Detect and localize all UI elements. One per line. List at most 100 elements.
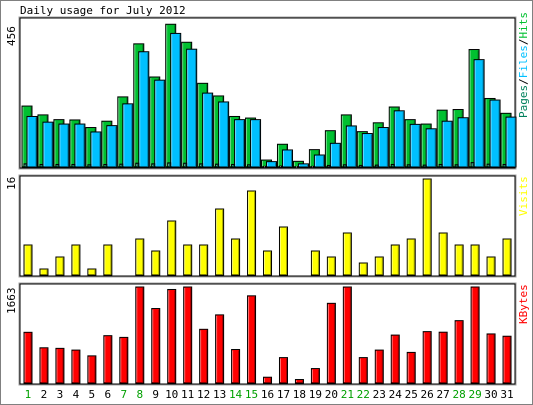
bar-kbytes-day-22 xyxy=(358,357,368,384)
x-tick-label-day-24: 24 xyxy=(389,388,403,401)
x-tick-label-day-28: 28 xyxy=(452,388,465,401)
bar-kbytes-day-18 xyxy=(294,379,304,384)
bar-files-day-1 xyxy=(26,115,38,168)
bar-visits-day-6 xyxy=(103,244,113,276)
x-tick-label-day-25: 25 xyxy=(405,388,418,401)
bar-files-day-24 xyxy=(393,110,405,168)
bar-pages-day-23 xyxy=(374,164,379,168)
bar-files-day-12 xyxy=(202,92,214,168)
bar-files-day-7 xyxy=(122,103,134,168)
chart-canvas: Daily usage for July 2012456Pages/Files/… xyxy=(0,0,533,405)
x-tick-label-day-21: 21 xyxy=(341,388,354,401)
bar-kbytes-day-17 xyxy=(278,357,288,384)
bar-files-day-29 xyxy=(473,59,485,168)
bar-files-day-3 xyxy=(58,123,70,168)
x-tick-label-day-5: 5 xyxy=(89,388,96,401)
bar-files-day-19 xyxy=(313,154,325,168)
x-tick-label-day-1: 1 xyxy=(25,388,32,401)
x-tick-label-day-15: 15 xyxy=(245,388,258,401)
bar-pages-day-15 xyxy=(247,164,252,168)
bar-files-day-30 xyxy=(489,99,501,168)
bar-files-day-5 xyxy=(90,131,102,168)
bar-files-day-17 xyxy=(281,149,293,168)
bar-visits-day-19 xyxy=(310,250,320,276)
bar-kbytes-day-6 xyxy=(103,335,113,384)
bar-pages-day-30 xyxy=(486,163,491,168)
bar-pages-day-31 xyxy=(502,163,507,168)
bar-pages-day-2 xyxy=(39,163,44,168)
bar-pages-day-20 xyxy=(326,164,331,168)
x-tick-label-day-9: 9 xyxy=(152,388,159,401)
bar-visits-day-17 xyxy=(278,226,288,276)
x-tick-label-day-22: 22 xyxy=(357,388,370,401)
bar-kbytes-day-26 xyxy=(422,331,432,384)
bar-kbytes-day-2 xyxy=(39,347,49,384)
bar-files-day-11 xyxy=(186,48,198,168)
bar-pages-day-24 xyxy=(390,163,395,168)
bar-visits-day-24 xyxy=(390,244,400,276)
bar-visits-day-27 xyxy=(438,232,448,276)
bar-kbytes-day-1 xyxy=(23,331,33,384)
legend-visits: Visits xyxy=(517,176,530,216)
bar-visits-day-8 xyxy=(135,238,145,276)
legend-kbytes: KBytes xyxy=(517,284,530,324)
chart-title: Daily usage for July 2012 xyxy=(20,4,186,17)
bar-visits-day-15 xyxy=(247,190,257,276)
bar-files-day-26 xyxy=(425,128,437,168)
bar-pages-day-29 xyxy=(470,162,475,168)
bar-files-day-10 xyxy=(170,32,182,168)
bar-files-day-9 xyxy=(154,79,166,168)
bar-files-day-23 xyxy=(377,127,389,168)
bar-kbytes-day-30 xyxy=(486,333,496,384)
bar-visits-day-23 xyxy=(374,256,384,276)
x-tick-label-day-29: 29 xyxy=(468,388,481,401)
x-tick-label-day-3: 3 xyxy=(57,388,64,401)
bar-pages-day-25 xyxy=(406,164,411,168)
bar-pages-day-9 xyxy=(151,163,156,168)
bar-kbytes-day-21 xyxy=(342,286,352,384)
x-tick-label-day-4: 4 xyxy=(73,388,80,401)
legend-pages-files-hits: Pages/Files/Hits xyxy=(517,12,530,118)
bar-files-day-15 xyxy=(250,119,262,168)
bar-kbytes-day-13 xyxy=(215,314,225,384)
bar-files-day-6 xyxy=(106,125,118,168)
bar-pages-day-13 xyxy=(215,163,220,168)
bar-visits-day-30 xyxy=(486,256,496,276)
bar-pages-day-17 xyxy=(278,165,283,168)
x-tick-label-day-8: 8 xyxy=(136,388,143,401)
visits-ymax-label: 16 xyxy=(5,177,18,190)
bar-kbytes-day-20 xyxy=(326,302,336,384)
bar-visits-day-3 xyxy=(55,256,65,276)
legend-pages: Pages xyxy=(517,85,530,118)
bar-kbytes-day-29 xyxy=(470,286,480,384)
bar-visits-day-9 xyxy=(151,250,161,276)
bar-files-day-25 xyxy=(409,123,421,168)
bar-pages-day-21 xyxy=(342,164,347,168)
x-tick-label-day-13: 13 xyxy=(213,388,226,401)
bar-files-day-13 xyxy=(218,101,230,168)
kbytes-ymax-label: 1663 xyxy=(5,288,18,315)
x-tick-label-day-17: 17 xyxy=(277,388,290,401)
bar-visits-day-13 xyxy=(215,208,225,276)
x-tick-label-day-16: 16 xyxy=(261,388,274,401)
x-tick-label-day-14: 14 xyxy=(229,388,243,401)
bar-files-day-18 xyxy=(297,163,309,168)
bar-pages-day-18 xyxy=(294,166,299,168)
bar-visits-day-25 xyxy=(406,238,416,276)
hits-ymax-label: 456 xyxy=(5,26,18,46)
bar-files-day-2 xyxy=(42,121,54,168)
bar-kbytes-day-16 xyxy=(263,376,273,384)
bar-pages-day-11 xyxy=(183,162,188,168)
legend-sep-2: / xyxy=(517,39,530,46)
bar-kbytes-day-25 xyxy=(406,351,416,384)
bar-pages-day-4 xyxy=(71,163,76,168)
bar-kbytes-day-23 xyxy=(374,349,384,384)
bar-files-day-22 xyxy=(361,133,373,168)
x-tick-label-day-26: 26 xyxy=(421,388,434,401)
bar-pages-day-5 xyxy=(87,164,92,168)
bar-visits-day-31 xyxy=(502,238,512,276)
daily-usage-chart: Daily usage for July 2012 456 Pages/Files/… xyxy=(0,0,533,405)
x-tick-label-day-7: 7 xyxy=(120,388,127,401)
bar-pages-day-27 xyxy=(438,163,443,168)
bar-pages-day-26 xyxy=(422,164,427,168)
